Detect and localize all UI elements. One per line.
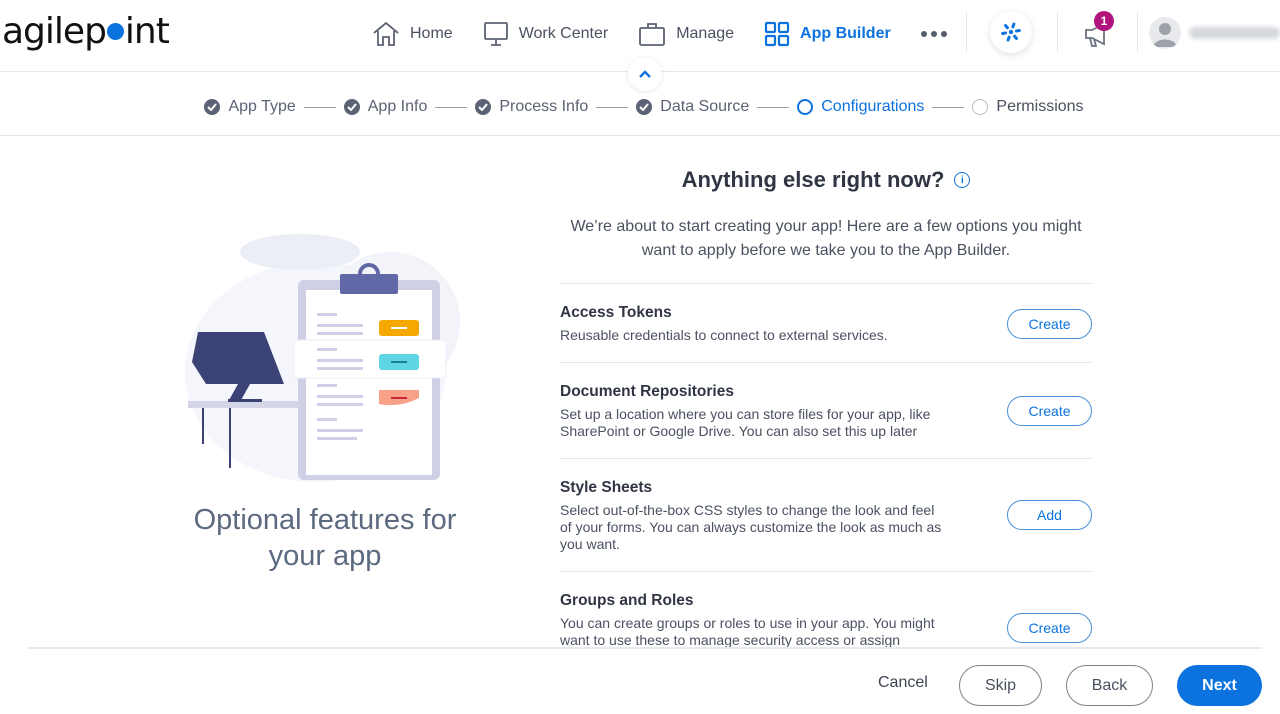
step-app-info[interactable]: App Info xyxy=(343,98,428,116)
collapse-header-button[interactable] xyxy=(628,57,662,91)
nav-work-center-label: Work Center xyxy=(518,25,609,42)
main-nav: Home Work Center Manage App Builder xyxy=(372,18,947,50)
intro-text: We’re about to start creating your app! … xyxy=(570,218,1082,259)
nav-home-label: Home xyxy=(410,25,453,42)
step-label: Configurations xyxy=(821,98,925,115)
user-icon xyxy=(1153,23,1177,47)
option-description: Select out-of-the-box CSS styles to chan… xyxy=(560,502,942,552)
back-button[interactable]: Back xyxy=(1066,665,1153,706)
stepper-divider xyxy=(0,135,1280,136)
nav-app-builder[interactable]: App Builder xyxy=(764,21,891,47)
pinwheel-button[interactable] xyxy=(990,11,1032,53)
option-title: Style Sheets xyxy=(560,479,653,496)
option-description: You can create groups or roles to use in… xyxy=(560,615,935,647)
page-title: Anything else right now? i xyxy=(560,167,1092,193)
step-configurations[interactable]: Configurations xyxy=(797,98,924,116)
check-circle-icon xyxy=(475,99,492,115)
nav-work-center[interactable]: Work Center xyxy=(483,21,609,47)
chevron-up-icon xyxy=(639,70,651,78)
option-document-repositories: Document Repositories Set up a location … xyxy=(560,362,1092,458)
create-access-token-button[interactable]: Create xyxy=(1007,309,1092,339)
info-icon[interactable]: i xyxy=(954,172,971,188)
page-title-text: Anything else right now? xyxy=(681,167,945,192)
next-button[interactable]: Next xyxy=(1177,665,1262,706)
current-step-circle-icon xyxy=(797,99,814,115)
create-document-repository-button[interactable]: Create xyxy=(1007,396,1092,426)
step-data-source[interactable]: Data Source xyxy=(636,98,749,116)
check-circle-icon xyxy=(636,99,653,115)
wizard-stepper: App Type App Info Process Info Data Sour… xyxy=(0,92,1280,122)
notification-badge: 1 xyxy=(1094,11,1114,31)
pinwheel-icon xyxy=(1001,22,1021,42)
monitor-icon xyxy=(483,22,508,46)
option-style-sheets: Style Sheets Select out-of-the-box CSS s… xyxy=(560,458,1092,571)
option-title: Groups and Roles xyxy=(560,592,694,609)
clipboard-illustration xyxy=(185,234,460,482)
option-description: Reusable credentials to connect to exter… xyxy=(560,327,888,343)
username-blurred xyxy=(1189,27,1280,39)
create-groups-roles-button[interactable]: Create xyxy=(1007,613,1092,643)
grid-icon xyxy=(764,21,790,47)
check-circle-icon xyxy=(343,99,360,115)
left-panel-title: Optional features for your app xyxy=(193,504,457,572)
header-divider xyxy=(966,12,967,52)
option-groups-and-roles: Groups and Roles You can create groups o… xyxy=(560,571,1092,647)
step-label: Permissions xyxy=(996,98,1084,115)
step-connector xyxy=(596,106,629,108)
avatar[interactable] xyxy=(1149,17,1181,49)
step-process-info[interactable]: Process Info xyxy=(475,98,588,116)
step-connector xyxy=(435,106,468,108)
nav-manage-label: Manage xyxy=(676,25,735,42)
footer-divider xyxy=(28,647,1262,649)
nav-home[interactable]: Home xyxy=(372,21,453,47)
logo-text-prefix: agilep xyxy=(2,11,107,52)
header-divider xyxy=(1137,12,1138,52)
step-connector xyxy=(757,106,790,108)
step-label: App Type xyxy=(228,98,296,115)
step-label: Data Source xyxy=(660,98,750,115)
step-connector xyxy=(932,106,965,108)
add-style-sheet-button[interactable]: Add xyxy=(1007,500,1092,530)
step-permissions[interactable]: Permissions xyxy=(972,98,1084,116)
cancel-button[interactable]: Cancel xyxy=(878,674,928,692)
agilepoint-logo[interactable]: agilep int xyxy=(2,11,170,52)
step-app-type[interactable]: App Type xyxy=(204,98,296,116)
step-label: App Info xyxy=(367,98,428,115)
step-label: Process Info xyxy=(499,98,589,115)
check-circle-icon xyxy=(204,99,221,115)
briefcase-icon xyxy=(639,23,666,46)
logo-dot xyxy=(106,23,124,40)
option-description: Set up a location where you can store fi… xyxy=(560,406,931,439)
skip-button[interactable]: Skip xyxy=(959,665,1042,706)
options-list[interactable]: Access Tokens Reusable credentials to co… xyxy=(560,283,1092,647)
home-icon xyxy=(373,21,399,46)
more-dots-icon[interactable] xyxy=(920,31,947,37)
logo-text-suffix: int xyxy=(124,11,170,52)
nav-app-builder-label: App Builder xyxy=(800,25,891,42)
step-connector xyxy=(303,106,336,108)
header-divider xyxy=(1057,12,1058,52)
nav-manage[interactable]: Manage xyxy=(638,21,734,47)
option-access-tokens: Access Tokens Reusable credentials to co… xyxy=(560,283,1092,362)
empty-circle-icon xyxy=(972,99,989,115)
